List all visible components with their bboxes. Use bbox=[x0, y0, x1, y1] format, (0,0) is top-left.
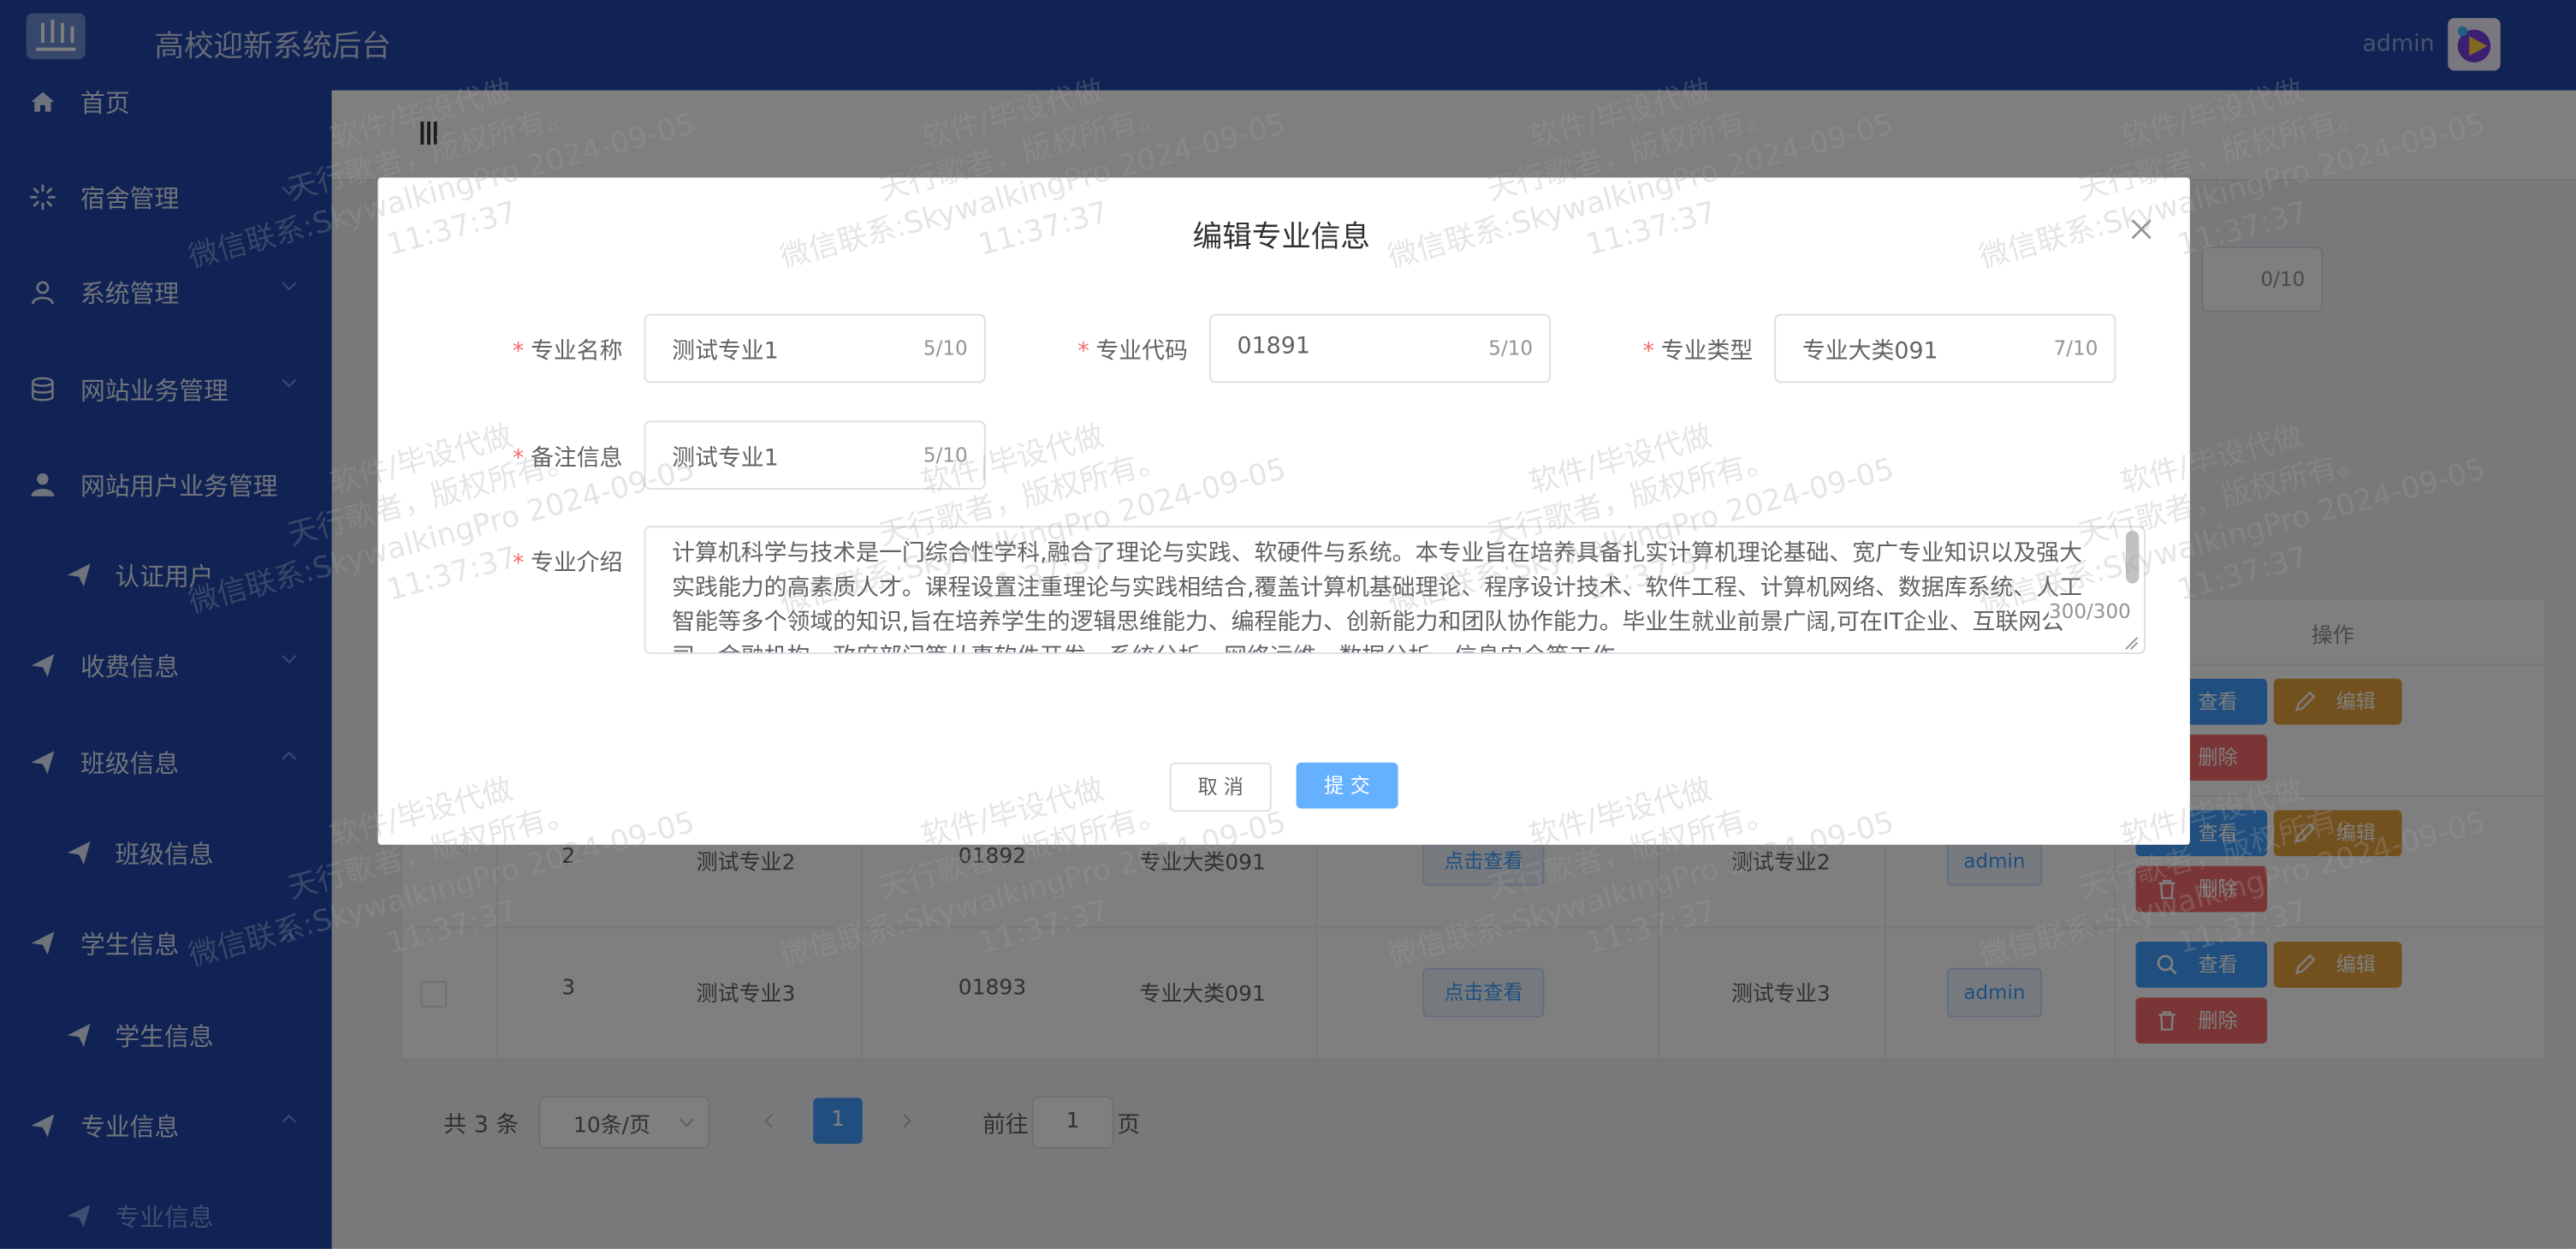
major-type-value: 专业大类091 bbox=[1801, 338, 1938, 366]
major-type-label: * 专业类型 bbox=[1642, 338, 1754, 366]
major-name-counter: 5/10 bbox=[923, 336, 968, 360]
major-code-counter: 5/10 bbox=[1488, 336, 1534, 360]
dialog-title: 编辑专业信息 bbox=[1192, 220, 1370, 255]
remark-label: * 备注信息 bbox=[512, 445, 623, 472]
major-name-label: * 专业名称 bbox=[512, 338, 623, 366]
major-code-label: * 专业代码 bbox=[1077, 338, 1188, 366]
resize-handle-icon[interactable] bbox=[2122, 634, 2139, 651]
close-icon[interactable] bbox=[2131, 218, 2152, 240]
remark-value: 测试专业1 bbox=[672, 445, 779, 472]
textarea-scrollbar[interactable] bbox=[2126, 531, 2140, 584]
major-code-input[interactable]: 01891 5/10 bbox=[1208, 313, 1552, 384]
intro-label: * 专业介绍 bbox=[512, 550, 623, 577]
edit-major-dialog bbox=[377, 177, 2190, 845]
intro-counter: 300/300 bbox=[2049, 599, 2131, 623]
major-type-counter: 7/10 bbox=[2053, 336, 2098, 360]
intro-textarea[interactable]: 计算机科学与技术是一门综合性学科,融合了理论与实践、软硬件与系统。本专业旨在培养… bbox=[644, 526, 2146, 655]
intro-text: 计算机科学与技术是一门综合性学科,融合了理论与实践、软硬件与系统。本专业旨在培养… bbox=[672, 540, 2083, 653]
major-name-input[interactable]: 测试专业1 5/10 bbox=[644, 313, 986, 384]
remark-input[interactable]: 测试专业1 5/10 bbox=[644, 420, 986, 491]
submit-button[interactable]: 提 交 bbox=[1296, 762, 1398, 809]
remark-counter: 5/10 bbox=[923, 443, 968, 467]
major-code-value: 01891 bbox=[1237, 333, 1311, 360]
cancel-button[interactable]: 取 消 bbox=[1169, 762, 1272, 812]
major-type-input[interactable]: 专业大类091 7/10 bbox=[1774, 313, 2116, 384]
major-name-value: 测试专业1 bbox=[672, 338, 779, 366]
